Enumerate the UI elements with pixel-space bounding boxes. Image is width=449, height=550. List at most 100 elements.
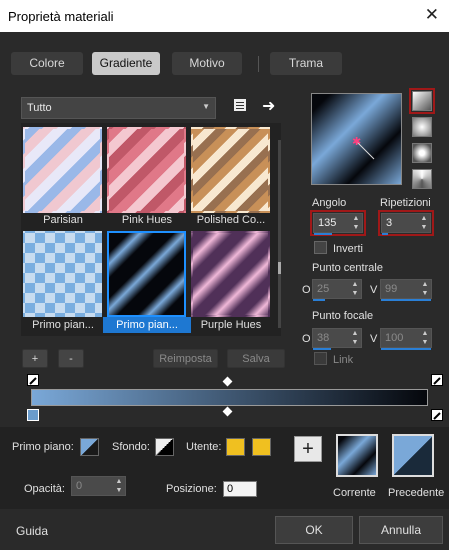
repeat-label: Ripetizioni: [380, 197, 431, 209]
user-swatch-2[interactable]: [252, 438, 271, 456]
invert-label: Inverti: [333, 243, 363, 255]
rectangular-style-button[interactable]: [412, 117, 432, 137]
swatch-label: Primo pian...: [32, 319, 94, 331]
stop-marker-top-left[interactable]: [27, 374, 39, 386]
dropdown-value: Tutto: [27, 102, 52, 114]
save-button[interactable]: Salva: [227, 349, 285, 368]
angle-bar: [314, 233, 332, 235]
tab-motivo[interactable]: Motivo: [172, 52, 242, 75]
swatch-primo-piano-1[interactable]: [23, 231, 102, 317]
tab-divider: [258, 56, 259, 72]
focal-o-value: 38: [317, 332, 330, 344]
help-link[interactable]: Guida: [16, 524, 48, 538]
invert-checkbox[interactable]: [314, 241, 327, 254]
remove-button[interactable]: -: [58, 349, 84, 368]
window-title: Proprietà materiali: [8, 9, 114, 24]
swatch-parisian[interactable]: [23, 127, 102, 213]
stop-marker-top-right[interactable]: [431, 374, 443, 386]
stop-marker-bottom-left[interactable]: [27, 409, 39, 421]
arrow-right-icon[interactable]: ➜: [262, 96, 280, 115]
center-v-bar: [381, 299, 431, 301]
fg-label: Primo piano:: [12, 441, 74, 453]
repeat-spinner[interactable]: 3 ▲ ▼: [381, 213, 431, 235]
tab-gradiente[interactable]: Gradiente: [92, 52, 160, 75]
repeat-value: 3: [386, 217, 393, 229]
bg-swatch[interactable]: [155, 438, 174, 456]
opacity-label: Opacità:: [24, 483, 65, 495]
swatch-label-selected: Primo pian...: [103, 317, 191, 333]
focal-o-spinner[interactable]: 38 ▲ ▼: [312, 328, 362, 350]
radial-style-button[interactable]: [412, 143, 432, 163]
position-label: Posizione:: [166, 483, 217, 495]
swatch-label: Parisian: [43, 214, 83, 226]
reset-button[interactable]: Reimposta: [153, 349, 218, 368]
swatch-label: Purple Hues: [200, 319, 262, 331]
focal-v-bar: [381, 348, 431, 350]
opacity-spinner[interactable]: 0 ▲ ▼: [71, 476, 126, 496]
center-o-spinner[interactable]: 25 ▲ ▼: [312, 279, 362, 301]
previous-label: Precedente: [388, 487, 445, 499]
stop-marker-bottom-right[interactable]: [431, 409, 443, 421]
close-icon[interactable]: ✕: [425, 5, 439, 25]
focal-point-label: Punto focale: [312, 310, 374, 322]
cancel-button[interactable]: Annulla: [359, 516, 443, 544]
scrollbar-track[interactable]: [278, 140, 281, 328]
center-point-label: Punto centrale: [312, 262, 383, 274]
add-to-swatches-button[interactable]: +: [294, 436, 322, 462]
spin-arrows-icon[interactable]: ▲ ▼: [419, 280, 431, 298]
tab-colore[interactable]: Colore: [11, 52, 83, 75]
bg-label: Sfondo:: [112, 441, 150, 453]
current-label: Corrente: [333, 487, 376, 499]
title-bar: Proprietà materiali ✕: [0, 0, 449, 32]
focal-v-value: 100: [385, 332, 404, 344]
center-v-label: V: [370, 284, 378, 296]
repeat-bar: [382, 233, 388, 235]
link-checkbox[interactable]: [314, 352, 327, 365]
angle-spinner[interactable]: 135 ▲ ▼: [313, 213, 363, 235]
opacity-value: 0: [76, 480, 83, 492]
swatch-label: Pink Hues: [121, 214, 173, 226]
current-preview[interactable]: [336, 434, 378, 477]
fg-swatch[interactable]: [80, 438, 99, 456]
sunburst-style-button[interactable]: [412, 169, 432, 189]
center-o-bar: [313, 299, 325, 301]
position-input[interactable]: 0: [223, 481, 257, 497]
chevron-down-icon: ▼: [202, 102, 210, 111]
gradient-preview[interactable]: ✱: [311, 93, 402, 185]
library-icon[interactable]: [232, 97, 248, 113]
focal-v-spinner[interactable]: 100 ▲ ▼: [380, 328, 432, 350]
spin-arrows-icon[interactable]: ▲ ▼: [418, 214, 430, 232]
focal-v-label: V: [370, 333, 378, 345]
swatch-label: Polished Co...: [196, 214, 266, 226]
center-o-label: O: [302, 284, 311, 296]
linear-style-button[interactable]: [412, 91, 432, 111]
spin-arrows-icon[interactable]: ▲ ▼: [349, 280, 361, 298]
spin-arrows-icon[interactable]: ▲ ▼: [113, 477, 125, 495]
category-dropdown[interactable]: Tutto ▼: [21, 97, 216, 119]
scrollbar-thumb[interactable]: [278, 262, 281, 274]
ok-button[interactable]: OK: [275, 516, 353, 544]
angle-handle[interactable]: ✱: [312, 94, 401, 184]
user-label: Utente:: [186, 441, 222, 453]
add-button[interactable]: +: [22, 349, 48, 368]
link-label: Link: [333, 354, 354, 366]
swatch-pink-hues[interactable]: [107, 127, 186, 213]
focal-o-label: O: [302, 333, 311, 345]
spin-arrows-icon[interactable]: ▲ ▼: [419, 329, 431, 347]
angle-label: Angolo: [312, 197, 347, 209]
svg-text:✱: ✱: [352, 136, 361, 148]
focal-o-bar: [313, 348, 331, 350]
swatch-primo-piano-2[interactable]: [107, 231, 186, 317]
spin-arrows-icon[interactable]: ▲ ▼: [350, 214, 362, 232]
gradient-bar[interactable]: [31, 389, 428, 406]
angle-value: 135: [318, 217, 337, 229]
swatch-purple-hues[interactable]: [191, 231, 270, 317]
spin-arrows-icon[interactable]: ▲ ▼: [349, 329, 361, 347]
previous-preview[interactable]: [392, 434, 434, 477]
center-o-value: 25: [317, 283, 330, 295]
tab-trama[interactable]: Trama: [270, 52, 342, 75]
center-v-value: 99: [385, 283, 398, 295]
swatch-polished-copper[interactable]: [191, 127, 270, 213]
user-swatch-1[interactable]: [226, 438, 245, 456]
center-v-spinner[interactable]: 99 ▲ ▼: [380, 279, 432, 301]
